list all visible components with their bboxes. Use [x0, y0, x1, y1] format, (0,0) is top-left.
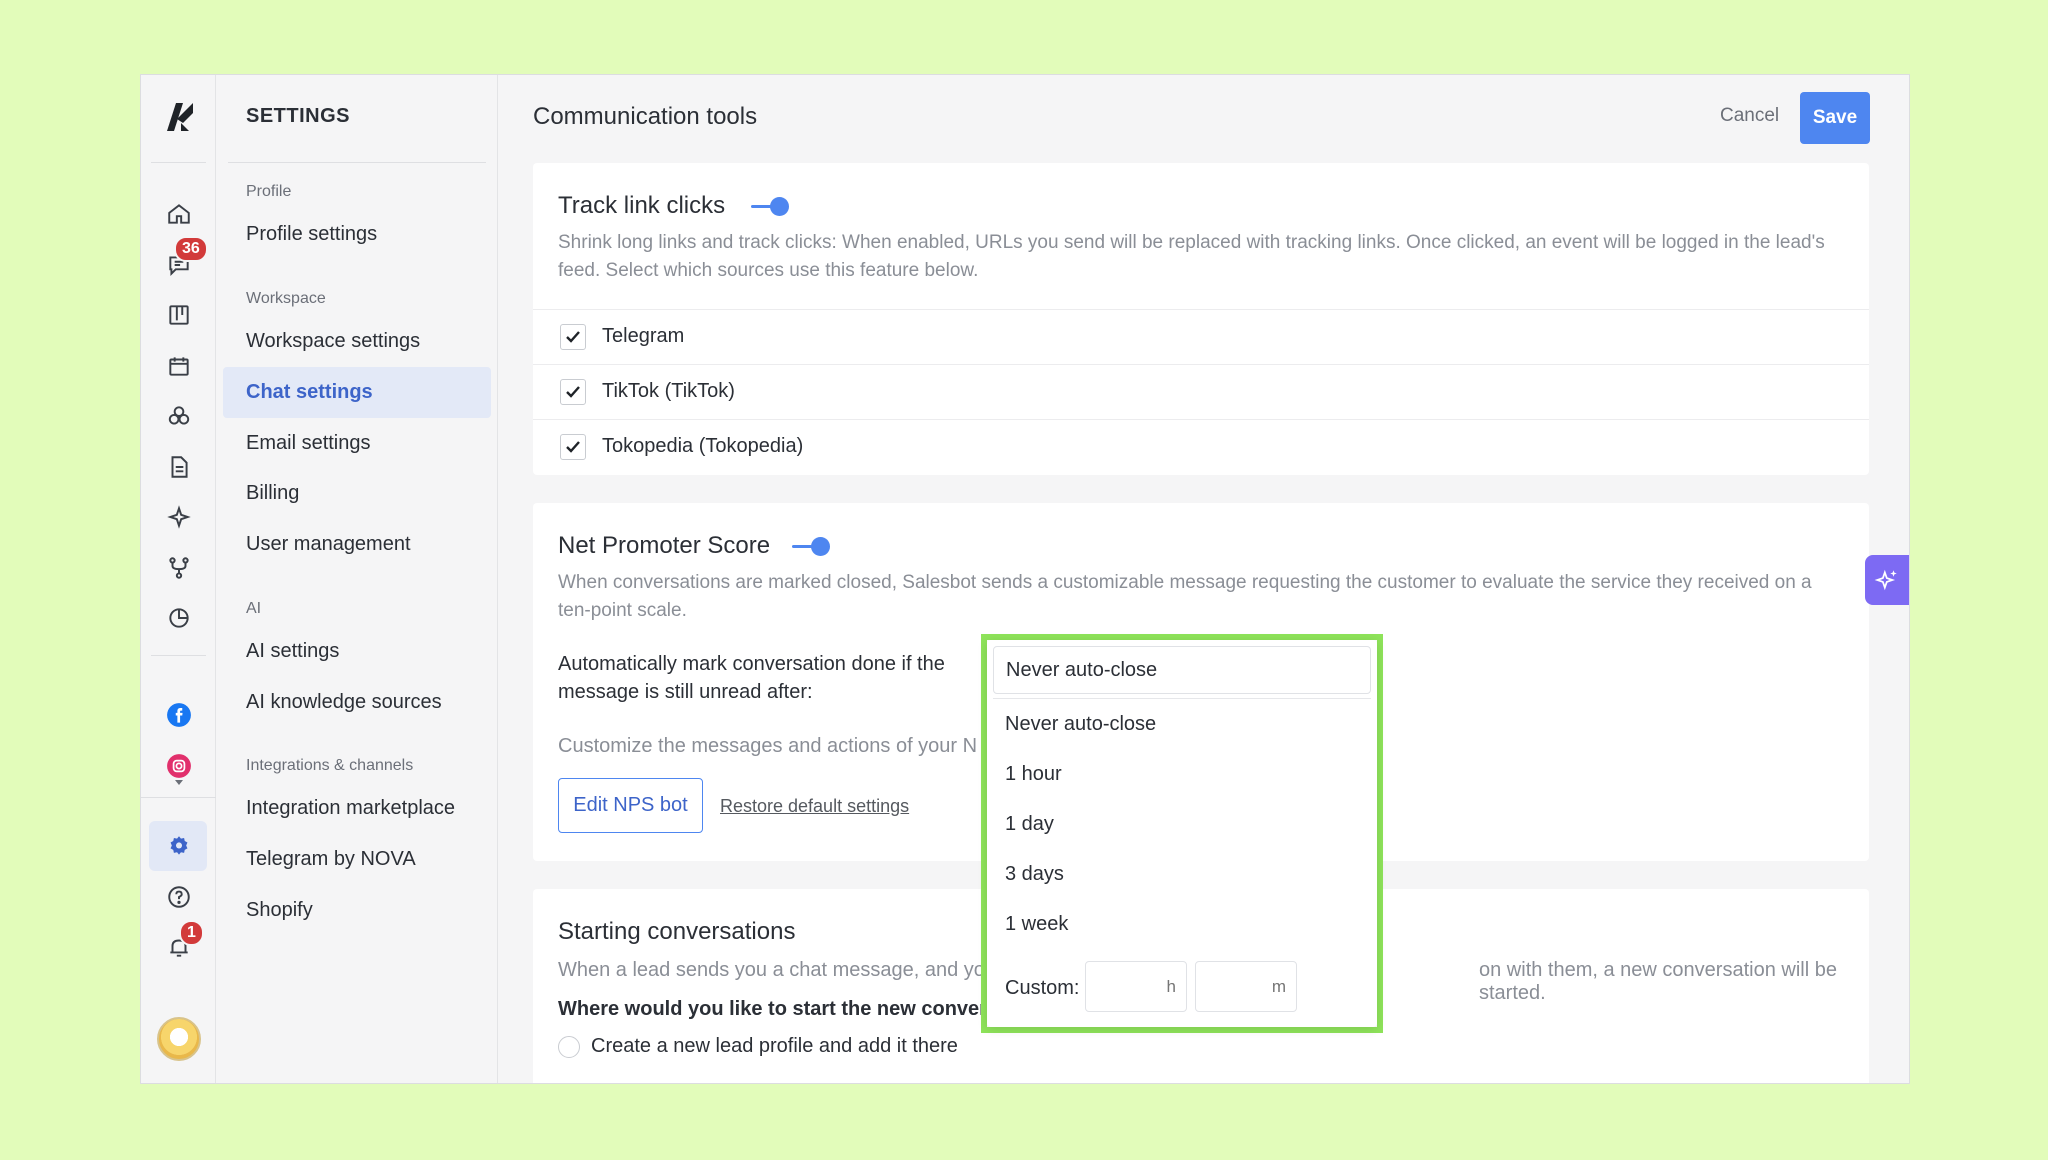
icon-rail: 36 1 — [141, 75, 216, 1083]
dropdown-option[interactable]: 1 day — [1005, 813, 1054, 836]
source-row: TikTok (TikTok) — [533, 364, 1869, 419]
dropdown-option[interactable]: 1 hour — [1005, 763, 1062, 786]
nav-divider — [228, 162, 486, 163]
help-icon[interactable] — [165, 883, 193, 911]
pipeline-icon[interactable] — [165, 301, 193, 329]
dropdown-option[interactable]: Never auto-close — [1005, 713, 1156, 736]
reports-icon[interactable] — [165, 604, 193, 632]
settings-nav: SETTINGS Profile Profile settings Worksp… — [217, 75, 498, 1083]
nav-item-ai-settings[interactable]: AI settings — [223, 626, 491, 677]
nav-group-ai: AI — [246, 600, 262, 617]
nps-description: When conversations are marked closed, Sa… — [558, 572, 1812, 621]
page-title: Communication tools — [533, 103, 758, 130]
source-label: TikTok (TikTok) — [602, 380, 735, 402]
nps-toggle[interactable] — [792, 536, 830, 556]
facebook-icon[interactable] — [165, 701, 193, 729]
rail-divider — [151, 162, 206, 163]
customize-text: Customize the messages and actions of yo… — [558, 735, 978, 757]
track-link-clicks-title: Track link clicks — [558, 192, 726, 219]
custom-minutes-input[interactable] — [1195, 961, 1297, 1012]
tiktok-checkbox[interactable] — [560, 379, 586, 405]
track-link-clicks-description: Shrink long links and track clicks: When… — [558, 232, 1825, 281]
nav-group-integrations: Integrations & channels — [246, 757, 414, 774]
nav-item-profile-settings[interactable]: Profile settings — [223, 209, 491, 260]
edit-nps-bot-button[interactable]: Edit NPS bot — [558, 778, 703, 833]
custom-duration-label: Custom: — [1005, 977, 1080, 999]
settings-nav-title: SETTINGS — [246, 105, 351, 127]
nav-item-integration-marketplace[interactable]: Integration marketplace — [223, 783, 491, 834]
dropdown-divider — [993, 698, 1371, 699]
nav-item-billing[interactable]: Billing — [223, 468, 491, 519]
nav-item-shopify[interactable]: Shopify — [223, 885, 491, 936]
new-lead-radio[interactable] — [558, 1036, 580, 1058]
brand-logo-icon[interactable] — [161, 99, 197, 135]
automation-icon[interactable] — [165, 554, 193, 582]
settings-gear-icon[interactable] — [165, 832, 193, 860]
dropdown-option[interactable]: 1 week — [1005, 913, 1068, 936]
nav-item-email-settings[interactable]: Email settings — [223, 418, 491, 469]
new-lead-option-label: Create a new lead profile and add it the… — [591, 1035, 958, 1057]
start-location-question: Where would you like to start the new co… — [558, 998, 999, 1020]
nav-item-user-management[interactable]: User management — [223, 519, 491, 570]
dropdown-option[interactable]: 3 days — [1005, 863, 1064, 886]
starting-description-start: When a lead sends you a chat message, an… — [558, 959, 985, 981]
checkmark-icon — [566, 331, 580, 343]
restore-default-link[interactable]: Restore default settings — [720, 796, 909, 817]
tokopedia-checkbox[interactable] — [560, 434, 586, 460]
source-row: Tokopedia (Tokopedia) — [533, 419, 1869, 474]
nav-item-telegram-nova[interactable]: Telegram by NOVA — [223, 834, 491, 885]
checkmark-icon — [566, 441, 580, 453]
ai-sparkle-icon — [1874, 569, 1897, 591]
rail-divider — [151, 655, 206, 656]
chevron-down-icon[interactable] — [165, 775, 193, 791]
save-button[interactable]: Save — [1800, 92, 1870, 144]
ai-sparkle-icon[interactable] — [165, 503, 193, 531]
auto-close-dropdown: Never auto-close Never auto-close 1 hour… — [987, 640, 1377, 1027]
documents-icon[interactable] — [165, 453, 193, 481]
calendar-icon[interactable] — [165, 352, 193, 380]
ai-assistant-button[interactable] — [1865, 555, 1909, 605]
auto-mark-label: Automatically mark conversation done if … — [558, 653, 945, 703]
source-label: Tokopedia (Tokopedia) — [602, 435, 804, 457]
nav-group-profile: Profile — [246, 183, 292, 200]
track-link-clicks-card: Track link clicks Shrink long links and … — [533, 163, 1869, 475]
nps-title: Net Promoter Score — [558, 532, 771, 559]
chat-count-badge: 36 — [174, 236, 208, 262]
source-row: Telegram — [533, 309, 1869, 364]
starting-description-end: on with them, a new conversation will be… — [1479, 959, 1837, 1004]
nav-item-workspace-settings[interactable]: Workspace settings — [223, 316, 491, 367]
nav-item-ai-knowledge-sources[interactable]: AI knowledge sources — [223, 677, 491, 728]
user-avatar[interactable] — [157, 1017, 201, 1061]
checkmark-icon — [566, 386, 580, 398]
auto-close-select[interactable]: Never auto-close — [993, 646, 1371, 694]
source-label: Telegram — [602, 325, 685, 347]
notification-count-badge: 1 — [179, 920, 204, 946]
rail-divider — [141, 797, 216, 798]
cancel-button[interactable]: Cancel — [1720, 105, 1779, 127]
telegram-checkbox[interactable] — [560, 324, 586, 350]
nav-group-workspace: Workspace — [246, 290, 326, 307]
starting-conversations-title: Starting conversations — [558, 918, 796, 945]
contacts-icon[interactable] — [165, 402, 193, 430]
track-link-clicks-toggle[interactable] — [751, 196, 789, 216]
nav-item-chat-settings[interactable]: Chat settings — [223, 367, 491, 418]
custom-hours-input[interactable] — [1085, 961, 1187, 1012]
home-icon[interactable] — [165, 200, 193, 228]
